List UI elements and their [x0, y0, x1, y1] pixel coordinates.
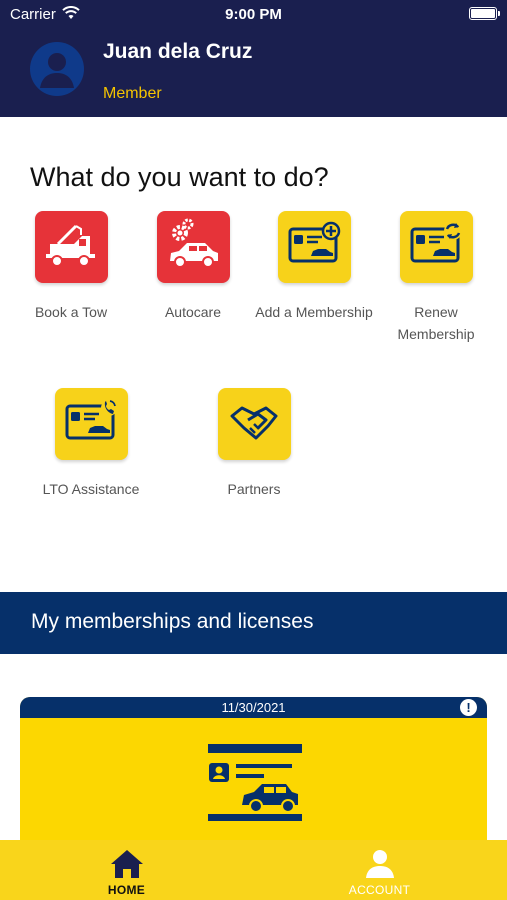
nav-account[interactable]: ACCOUNT [253, 840, 506, 900]
partners-tile[interactable] [217, 388, 291, 460]
autocare-tile[interactable] [156, 211, 230, 283]
action-label: LTO Assistance [42, 481, 140, 497]
action-renew-membership[interactable]: Renew Membership [376, 211, 496, 345]
renew-membership-tile[interactable] [399, 211, 473, 283]
card-renew-icon [410, 222, 462, 263]
membership-card-icon [208, 744, 302, 821]
action-label: Partners [227, 481, 281, 497]
nav-home[interactable]: HOME [0, 840, 253, 900]
avatar[interactable] [30, 42, 84, 96]
status-bar: Carrier 9:00 PM [0, 0, 507, 28]
card-phone-icon [65, 400, 117, 440]
car-gear-icon [169, 218, 218, 268]
action-partners[interactable]: Partners [194, 388, 314, 500]
action-label: Renew Membership [397, 304, 475, 342]
card-add-icon [288, 221, 340, 263]
action-book-a-tow[interactable]: Book a Tow [11, 211, 131, 323]
lto-assistance-tile[interactable] [54, 388, 128, 460]
action-autocare[interactable]: Autocare [133, 211, 253, 323]
membership-card[interactable]: 11/30/2021 ! [20, 697, 487, 857]
action-label: Autocare [164, 304, 222, 320]
add-membership-tile[interactable] [277, 211, 351, 283]
bottom-nav: HOME ACCOUNT [0, 840, 507, 900]
tow-truck-icon [45, 224, 95, 267]
card-expiry-date: 11/30/2021 [221, 700, 286, 715]
card-header: 11/30/2021 ! [20, 697, 487, 718]
nav-home-label: HOME [107, 883, 146, 897]
profile-header: Carrier 9:00 PM Juan dela Cruz Member [0, 0, 507, 117]
home-screen: Carrier 9:00 PM Juan dela Cruz Member Wh… [0, 0, 507, 900]
user-name: Juan dela Cruz [103, 40, 253, 63]
user-role: Member [103, 85, 162, 102]
memberships-title: My memberships and licenses [31, 610, 314, 633]
home-icon [111, 850, 143, 878]
user-silhouette-icon [40, 53, 74, 88]
nav-account-label: ACCOUNT [348, 883, 411, 897]
memberships-header: My memberships and licenses [0, 592, 507, 654]
handshake-icon [230, 406, 277, 440]
action-label: Add a Membership [255, 304, 373, 320]
book-a-tow-tile[interactable] [34, 211, 108, 283]
action-label: Book a Tow [34, 304, 108, 320]
action-add-membership[interactable]: Add a Membership [254, 211, 374, 323]
clock: 9:00 PM [225, 6, 282, 23]
actions-title: What do you want to do? [30, 162, 329, 192]
action-lto-assistance[interactable]: LTO Assistance [31, 388, 151, 500]
battery-icon [469, 7, 500, 20]
alert-icon[interactable]: ! [460, 699, 477, 716]
account-icon [366, 850, 394, 878]
